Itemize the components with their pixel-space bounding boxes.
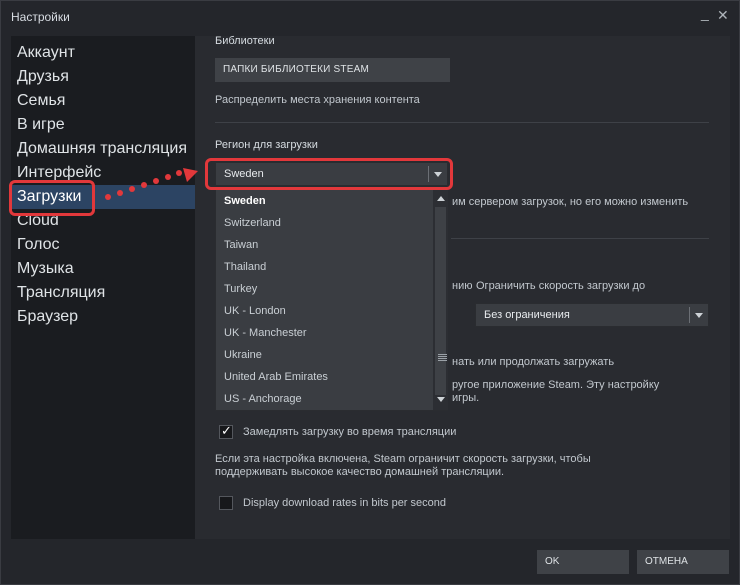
region-option-uk-manchester[interactable]: UK - Manchester: [216, 322, 432, 344]
sidebar-item-voice[interactable]: Голос: [11, 233, 195, 257]
libraries-heading: Библиотеки: [215, 35, 275, 47]
separator: [451, 238, 709, 239]
region-option-taiwan[interactable]: Taiwan: [216, 234, 432, 256]
limit-select-value: Без ограничения: [484, 309, 570, 321]
chevron-down-icon: [695, 313, 703, 318]
throttle-desc-line2: поддерживать высокое качество домашней т…: [215, 466, 505, 478]
annotation-dot: [165, 174, 171, 180]
select-divider: [689, 307, 690, 323]
title-bar: Настройки _ ✕: [1, 1, 740, 31]
region-option-switzerland[interactable]: Switzerland: [216, 212, 432, 234]
sidebar-item-broadcasting[interactable]: Трансляция: [11, 281, 195, 305]
region-option-thailand[interactable]: Thailand: [216, 256, 432, 278]
arrow-down-icon[interactable]: [437, 397, 445, 402]
annotation-dot: [141, 182, 147, 188]
highlight-box-region: [205, 158, 453, 190]
region-option-turkey[interactable]: Turkey: [216, 278, 432, 300]
libraries-caption: Распределить места хранения контента: [215, 94, 420, 106]
region-option-uae[interactable]: United Arab Emirates: [216, 366, 432, 388]
limit-select[interactable]: Без ограничения: [475, 303, 709, 327]
close-icon[interactable]: ✕: [717, 7, 729, 23]
dropdown-scrollbar[interactable]: [433, 190, 448, 410]
background-text-line3: игры.: [452, 392, 480, 404]
annotation-dot: [117, 190, 123, 196]
throttle-label: Замедлять загрузку во время трансляции: [243, 426, 457, 438]
highlight-box-downloads: [9, 180, 95, 216]
limit-fragment: нию: [452, 280, 473, 292]
bits-checkbox[interactable]: [219, 496, 233, 510]
scrollbar-thumb[interactable]: [435, 207, 447, 395]
limit-label: Ограничить скорость загрузки до: [476, 280, 646, 292]
sidebar-item-home-streaming[interactable]: Домашняя трансляция: [11, 137, 195, 161]
sidebar-item-browser[interactable]: Браузер: [11, 305, 195, 329]
settings-sidebar: Аккаунт Друзья Семья В игре Домашняя тра…: [11, 36, 195, 539]
settings-window: Настройки _ ✕ Аккаунт Друзья Семья В игр…: [0, 0, 740, 585]
sidebar-item-account[interactable]: Аккаунт: [11, 41, 195, 65]
cancel-button[interactable]: ОТМЕНА: [637, 550, 729, 574]
annotation-dot: [176, 170, 182, 176]
minimize-icon[interactable]: _: [701, 5, 709, 21]
ok-button[interactable]: OK: [537, 550, 629, 574]
annotation-dot: [105, 194, 111, 200]
arrow-up-icon[interactable]: [437, 196, 445, 201]
region-dropdown-list[interactable]: Sweden Switzerland Taiwan Thailand Turke…: [215, 189, 448, 411]
sidebar-item-friends[interactable]: Друзья: [11, 65, 195, 89]
sidebar-item-family[interactable]: Семья: [11, 89, 195, 113]
throttle-desc-line1: Если эта настройка включена, Steam огран…: [215, 453, 591, 465]
region-heading: Регион для загрузки: [215, 139, 318, 151]
annotation-dot: [153, 178, 159, 184]
region-option-uk-london[interactable]: UK - London: [216, 300, 432, 322]
throttle-checkbox[interactable]: ✓: [219, 423, 233, 439]
annotation-dot: [129, 186, 135, 192]
window-title: Настройки: [11, 10, 70, 24]
sidebar-item-music[interactable]: Музыка: [11, 257, 195, 281]
library-folders-button[interactable]: ПАПКИ БИБЛИОТЕКИ STEAM: [215, 58, 450, 82]
region-option-ukraine[interactable]: Ukraine: [216, 344, 432, 366]
bits-label: Display download rates in bits per secon…: [243, 497, 447, 509]
region-option-sweden[interactable]: Sweden: [216, 190, 432, 212]
grip-icon: [438, 354, 447, 362]
background-text-line1: нать или продолжать загружать: [452, 356, 615, 368]
checkmark-icon: ✓: [221, 423, 232, 438]
region-option-us-anchorage[interactable]: US - Anchorage: [216, 388, 432, 410]
sidebar-item-in-game[interactable]: В игре: [11, 113, 195, 137]
separator: [215, 122, 709, 123]
region-note: им сервером загрузок, но его можно измен…: [452, 196, 689, 208]
background-text-line2: ругое приложение Steam. Эту настройку: [452, 379, 660, 391]
